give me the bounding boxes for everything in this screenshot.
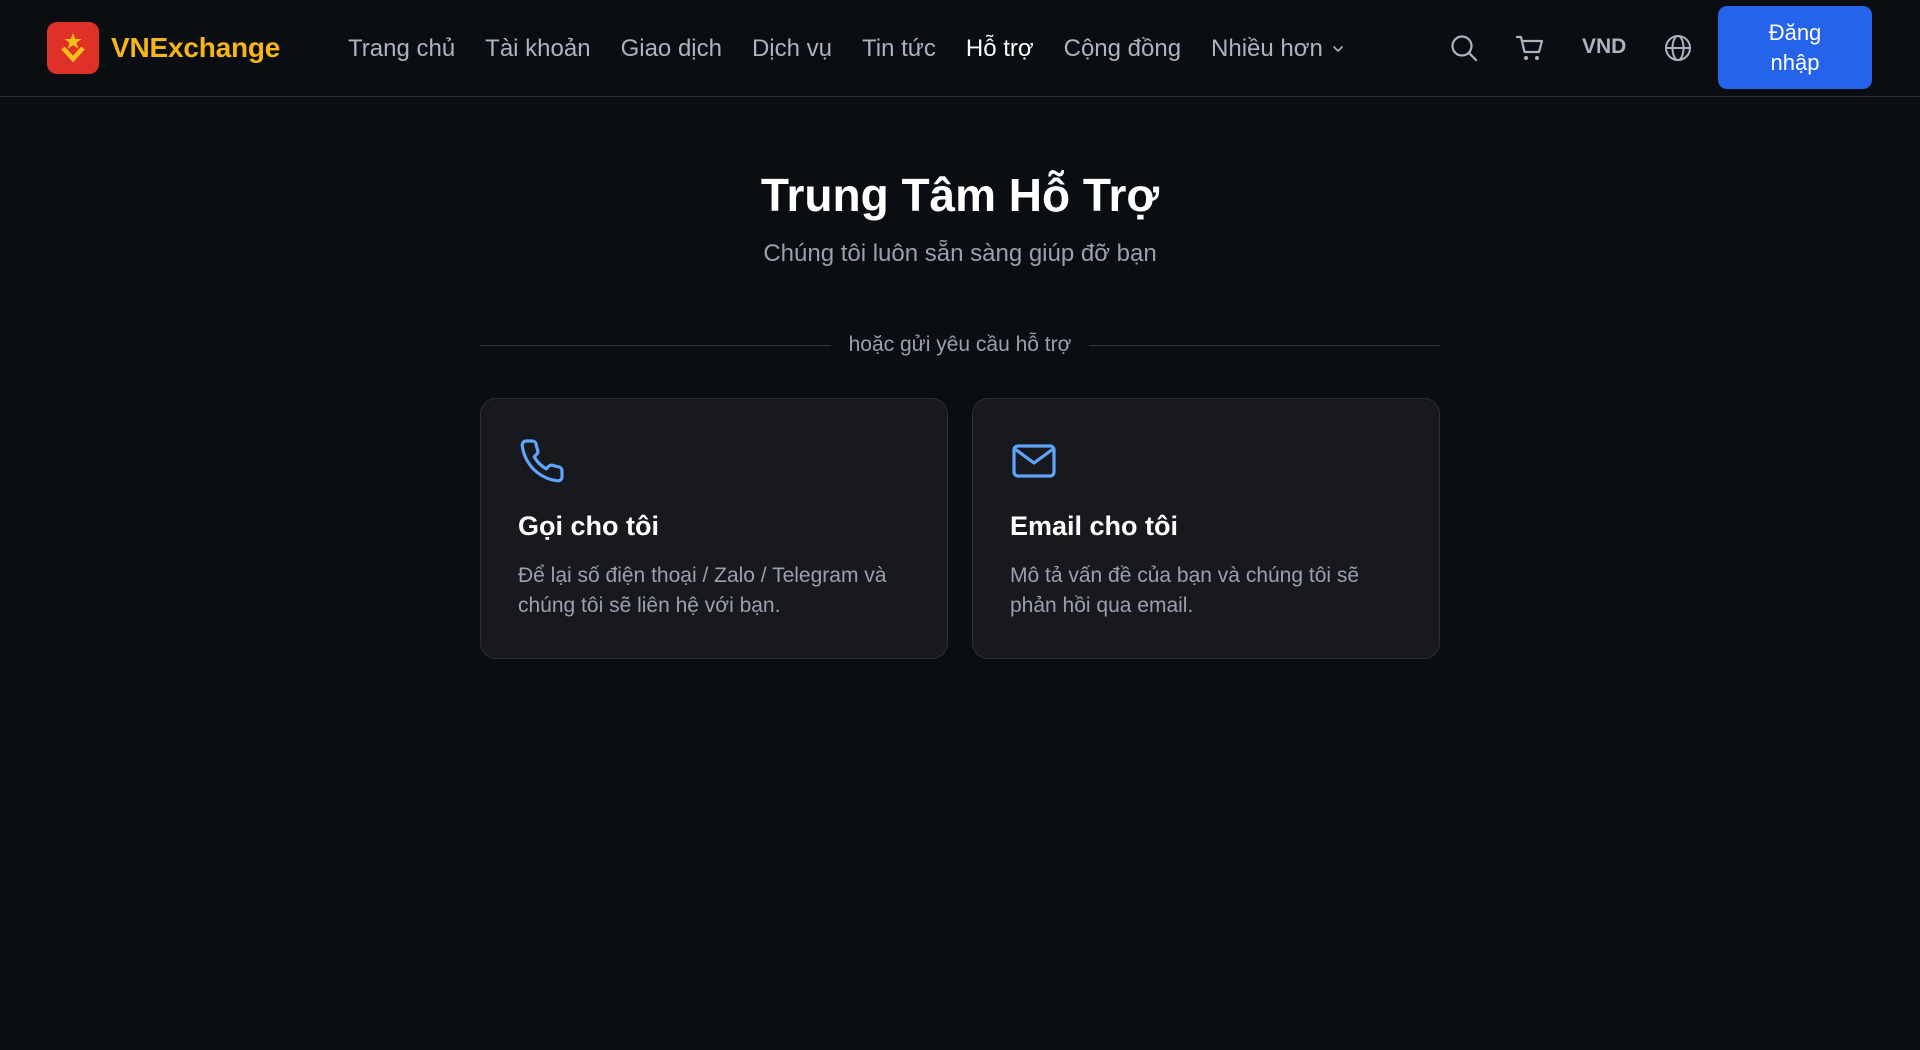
nav-item-community[interactable]: Cộng đồng [1064, 35, 1181, 63]
brand-name: VNExchange [111, 32, 281, 63]
nav-item-home[interactable]: Trang chủ [348, 35, 455, 63]
cart-icon[interactable] [1513, 31, 1547, 65]
currency-selector[interactable]: VND [1582, 35, 1626, 59]
nav-item-account[interactable]: Tài khoản [485, 35, 590, 63]
nav-item-more[interactable]: Nhiều hơn [1211, 35, 1345, 63]
divider-line-right [1089, 344, 1441, 346]
top-navbar: VNExchange Trang chủ Tài khoản Giao dịch… [0, 0, 1920, 97]
main-nav: Trang chủ Tài khoản Giao dịch Dịch vụ Ti… [348, 30, 1375, 68]
page-title: Trung Tâm Hỗ Trợ [760, 169, 1160, 221]
phone-icon [518, 437, 566, 485]
login-button[interactable]: Đăng nhập [1718, 6, 1872, 89]
nav-item-trading[interactable]: Giao dịch [621, 35, 722, 63]
nav-item-support[interactable]: Hỗ trợ [966, 35, 1034, 63]
email-card-description: Mô tả vấn đề của bạn và chúng tôi sẽ phả… [1010, 564, 1360, 617]
mail-icon [1010, 437, 1058, 485]
brand-logo-icon [47, 22, 99, 74]
call-card-description: Để lại số điện thoại / Zalo / Telegram v… [518, 564, 887, 617]
globe-icon[interactable] [1661, 31, 1695, 65]
search-icon[interactable] [1447, 31, 1481, 65]
section-divider: hoặc gửi yêu cầu hỗ trợ [480, 333, 1441, 357]
brand[interactable]: VNExchange [47, 22, 280, 74]
nav-item-news[interactable]: Tin tức [862, 35, 936, 63]
call-card-title: Gọi cho tôi [518, 511, 659, 541]
email-card-title: Email cho tôi [1010, 511, 1179, 541]
divider-line-left [480, 344, 831, 346]
call-me-card[interactable]: Gọi cho tôi Để lại số điện thoại / Zalo … [480, 398, 948, 659]
nav-item-services[interactable]: Dịch vụ [752, 35, 832, 63]
page-subtitle: Chúng tôi luôn sẵn sàng giúp đỡ bạn [763, 240, 1157, 267]
email-me-card[interactable]: Email cho tôi Mô tả vấn đề của bạn và ch… [972, 398, 1440, 659]
divider-text: hoặc gửi yêu cầu hỗ trợ [848, 333, 1072, 356]
chevron-down-icon [1333, 46, 1343, 52]
nav-more-label: Nhiều hơn [1211, 35, 1323, 62]
